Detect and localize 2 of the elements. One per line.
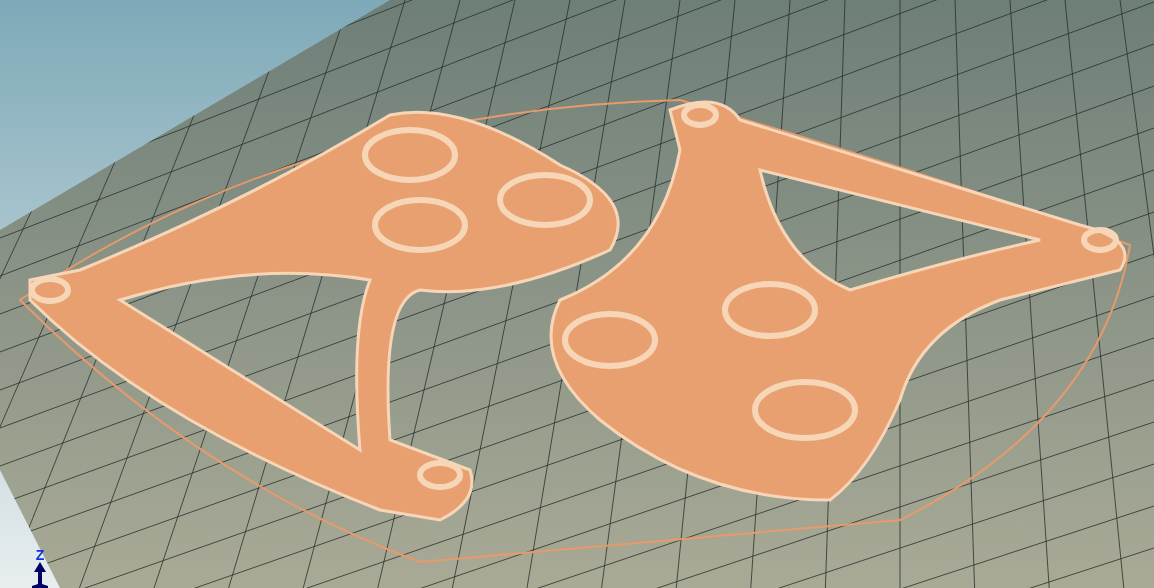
axis-label: Z: [35, 548, 45, 562]
z-axis-arrow-icon: [30, 562, 50, 588]
